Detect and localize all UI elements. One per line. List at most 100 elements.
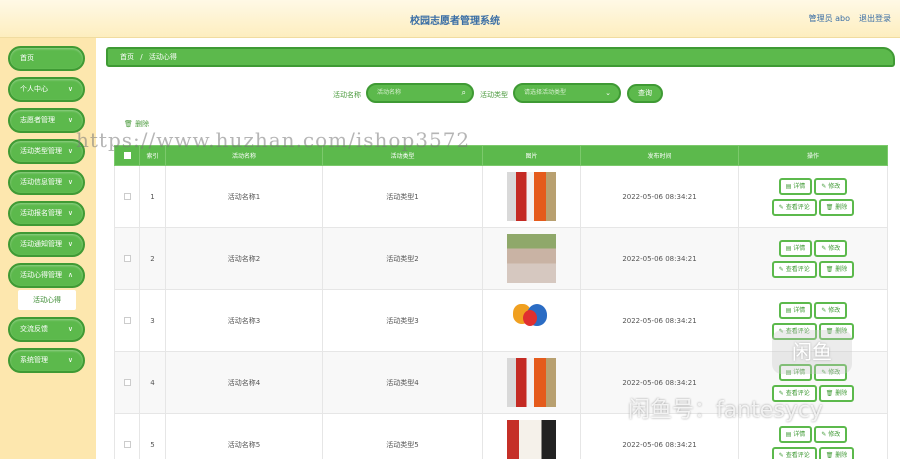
row-actions: ▤ 详情 ✎ 修改✎ 查看评论 🗑 删除: [738, 165, 888, 228]
seller-watermark: 闲鱼号：fantesycy: [628, 398, 823, 423]
row-activity-type: 活动类型3: [322, 289, 483, 352]
seller-badge-watermark: 闲鱼: [772, 330, 852, 374]
delete-button[interactable]: 🗑 删除: [818, 446, 855, 459]
sidebar-item-activity-info-mgmt[interactable]: 活动信息管理 ∨: [8, 170, 85, 195]
edit-button[interactable]: ✎ 修改: [814, 239, 848, 257]
sidebar-subitem-activity-insight[interactable]: 活动心得: [18, 290, 76, 310]
sidebar-item-system-mgmt[interactable]: 系统管理 ∨: [8, 348, 85, 373]
row-checkbox[interactable]: [123, 255, 131, 262]
pencil-icon: ✎: [778, 203, 786, 211]
table-row: 2 活动名称2 活动类型2 2022-05-06 08:34:21 ▤ 详情 ✎ …: [114, 227, 888, 290]
row-activity-name: 活动名称4: [165, 351, 323, 414]
view-comments-label: 查看评论: [785, 203, 810, 211]
view-comments-button[interactable]: ✎ 查看评论: [771, 260, 817, 278]
delete-label: 删除: [835, 203, 848, 211]
edit-label: 修改: [828, 430, 841, 438]
chevron-down-icon: ∨: [67, 209, 73, 217]
row-publish-time: 2022-05-06 08:34:21: [580, 227, 739, 290]
row-activity-type: 活动类型2: [322, 227, 483, 290]
detail-label: 详情: [793, 244, 806, 252]
view-comments-button[interactable]: ✎ 查看评论: [771, 446, 817, 459]
select-all-checkbox[interactable]: [123, 152, 131, 159]
search-icon: ⌕: [461, 88, 466, 97]
delete-button[interactable]: 🗑 删除: [818, 384, 855, 402]
sidebar-item-volunteer-mgmt[interactable]: 志愿者管理 ∨: [8, 108, 85, 133]
activity-type-select[interactable]: 请选择活动类型 ⌄: [513, 83, 621, 103]
sidebar-item-activity-notice-mgmt[interactable]: 活动通知管理 ∨: [8, 232, 85, 257]
view-comments-label: 查看评论: [785, 451, 810, 459]
trash-icon: 🗑: [124, 120, 133, 128]
sidebar-item-label: 志愿者管理: [20, 116, 55, 124]
row-activity-name: 活动名称3: [165, 289, 323, 352]
trash-icon: 🗑: [825, 451, 836, 459]
table-row: 1 活动名称1 活动类型1 2022-05-06 08:34:21 ▤ 详情 ✎ …: [114, 165, 888, 228]
row-activity-type: 活动类型4: [322, 351, 483, 414]
row-activity-name: 活动名称1: [165, 165, 323, 228]
edit-label: 修改: [828, 244, 841, 252]
detail-button[interactable]: ▤ 详情: [778, 239, 813, 257]
row-checkbox[interactable]: [123, 441, 131, 448]
breadcrumb: 首页 / 活动心得: [106, 47, 895, 67]
detail-label: 详情: [793, 306, 806, 314]
chevron-down-icon: ∨: [67, 240, 73, 248]
delete-button[interactable]: 🗑 删除: [818, 198, 855, 216]
sidebar-item-label: 活动报名管理: [20, 209, 62, 217]
row-checkbox[interactable]: [123, 193, 131, 200]
chevron-down-icon: ∨: [67, 85, 73, 93]
activity-name-input[interactable]: 活动名称 ⌕: [366, 83, 474, 103]
system-title: 校园志愿者管理系统: [410, 16, 500, 27]
edit-button[interactable]: ✎ 修改: [814, 301, 848, 319]
breadcrumb-home[interactable]: 首页: [120, 53, 134, 61]
row-index: 2: [139, 227, 166, 290]
sidebar-item-label: 活动类型管理: [20, 147, 62, 155]
delete-label: 删除: [835, 265, 848, 273]
row-image-cell: [482, 351, 581, 414]
chevron-down-icon: ∨: [67, 356, 73, 364]
detail-button[interactable]: ▤ 详情: [778, 425, 813, 443]
sidebar-item-feedback[interactable]: 交流反馈 ∨: [8, 317, 85, 342]
top-bar: 校园志愿者管理系统 管理员 abo 退出登录: [0, 0, 900, 38]
sidebar-item-activity-insight-mgmt[interactable]: 活动心得管理 ∧: [8, 263, 85, 288]
sidebar-item-home[interactable]: 首页: [8, 46, 85, 71]
sidebar-item-label: 交流反馈: [20, 325, 48, 333]
sidebar-item-personal-center[interactable]: 个人中心 ∨: [8, 77, 85, 102]
row-actions: ▤ 详情 ✎ 修改 ✎ 查看评论 🗑 删除: [738, 227, 888, 290]
row-select-cell: [114, 165, 140, 228]
view-comments-button[interactable]: ✎ 查看评论: [771, 198, 817, 216]
row-activity-type: 活动类型5: [322, 413, 483, 459]
sidebar-item-label: 活动心得管理: [20, 271, 62, 279]
row-image-cell: [482, 227, 581, 290]
row-activity-name: 活动名称2: [165, 227, 323, 290]
activity-name-placeholder: 活动名称: [377, 89, 402, 96]
edit-button[interactable]: ✎ 修改: [814, 177, 848, 195]
admin-label: 管理员 abo: [808, 14, 850, 23]
activity-name-label: 活动名称: [333, 91, 361, 99]
detail-button[interactable]: ▤ 详情: [778, 177, 813, 195]
chevron-down-icon: ∨: [67, 147, 73, 155]
edit-button[interactable]: ✎ 修改: [814, 425, 848, 443]
delete-label: 删除: [835, 451, 848, 459]
logout-link[interactable]: 退出登录: [859, 13, 891, 24]
edit-label: 修改: [828, 182, 841, 190]
trash-icon: 🗑: [825, 203, 836, 211]
trash-icon: 🗑: [825, 389, 836, 397]
chevron-down-icon: ∨: [67, 178, 73, 186]
detail-label: 详情: [793, 182, 806, 190]
sidebar-item-label: 活动信息管理: [20, 178, 62, 186]
url-watermark: https://www.huzhan.com/ishop3572: [76, 128, 471, 152]
sidebar-item-activity-type-mgmt[interactable]: 活动类型管理 ∨: [8, 139, 85, 164]
sidebar-item-activity-signup-mgmt[interactable]: 活动报名管理 ∨: [8, 201, 85, 226]
delete-button[interactable]: 🗑 删除: [818, 260, 855, 278]
activity-image: [507, 358, 556, 407]
row-image-cell: [482, 165, 581, 228]
query-button[interactable]: 查询: [627, 84, 663, 103]
row-checkbox[interactable]: [123, 379, 131, 386]
activity-image: [507, 420, 556, 459]
row-checkbox[interactable]: [123, 317, 131, 324]
detail-button[interactable]: ▤ 详情: [778, 301, 813, 319]
row-index: 1: [139, 165, 166, 228]
row-activity-type: 活动类型1: [322, 165, 483, 228]
row-image-cell: [482, 289, 581, 352]
chevron-down-icon: ⌄: [605, 89, 611, 97]
row-activity-name: 活动名称5: [165, 413, 323, 459]
